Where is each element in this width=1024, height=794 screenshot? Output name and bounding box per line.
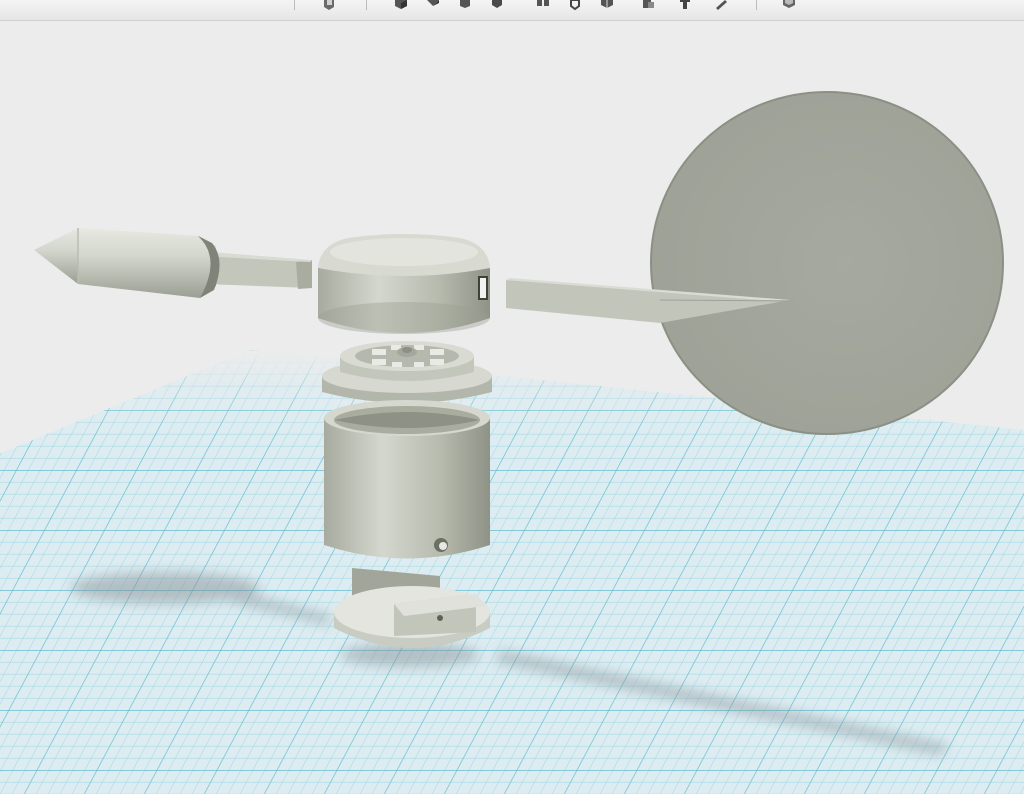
shell-icon[interactable] xyxy=(566,0,584,12)
toolbar xyxy=(0,0,1024,21)
material-icon[interactable] xyxy=(780,0,798,12)
view-cube-icon[interactable] xyxy=(320,0,338,12)
housing-cylinder[interactable] xyxy=(324,400,490,559)
toolbar-separator xyxy=(756,0,757,10)
toolbar-separator xyxy=(366,0,367,10)
split-icon[interactable] xyxy=(598,0,616,12)
app-window xyxy=(0,0,1024,794)
wedge-primitive-icon[interactable] xyxy=(424,0,442,12)
3d-viewport[interactable] xyxy=(0,20,1024,794)
bearing-spacer[interactable] xyxy=(322,341,492,403)
tail-fin-disc[interactable] xyxy=(650,91,1004,435)
align-icon[interactable] xyxy=(676,0,694,12)
hub-cap[interactable] xyxy=(318,234,490,334)
cylinder-primitive-icon[interactable] xyxy=(456,0,474,12)
toolbar-separator xyxy=(294,0,295,10)
combine-icon[interactable] xyxy=(640,0,658,12)
multi-body-icon[interactable] xyxy=(534,0,552,12)
measure-icon[interactable] xyxy=(712,0,730,12)
sphere-primitive-icon[interactable] xyxy=(488,0,506,12)
box-primitive-icon[interactable] xyxy=(392,0,410,12)
